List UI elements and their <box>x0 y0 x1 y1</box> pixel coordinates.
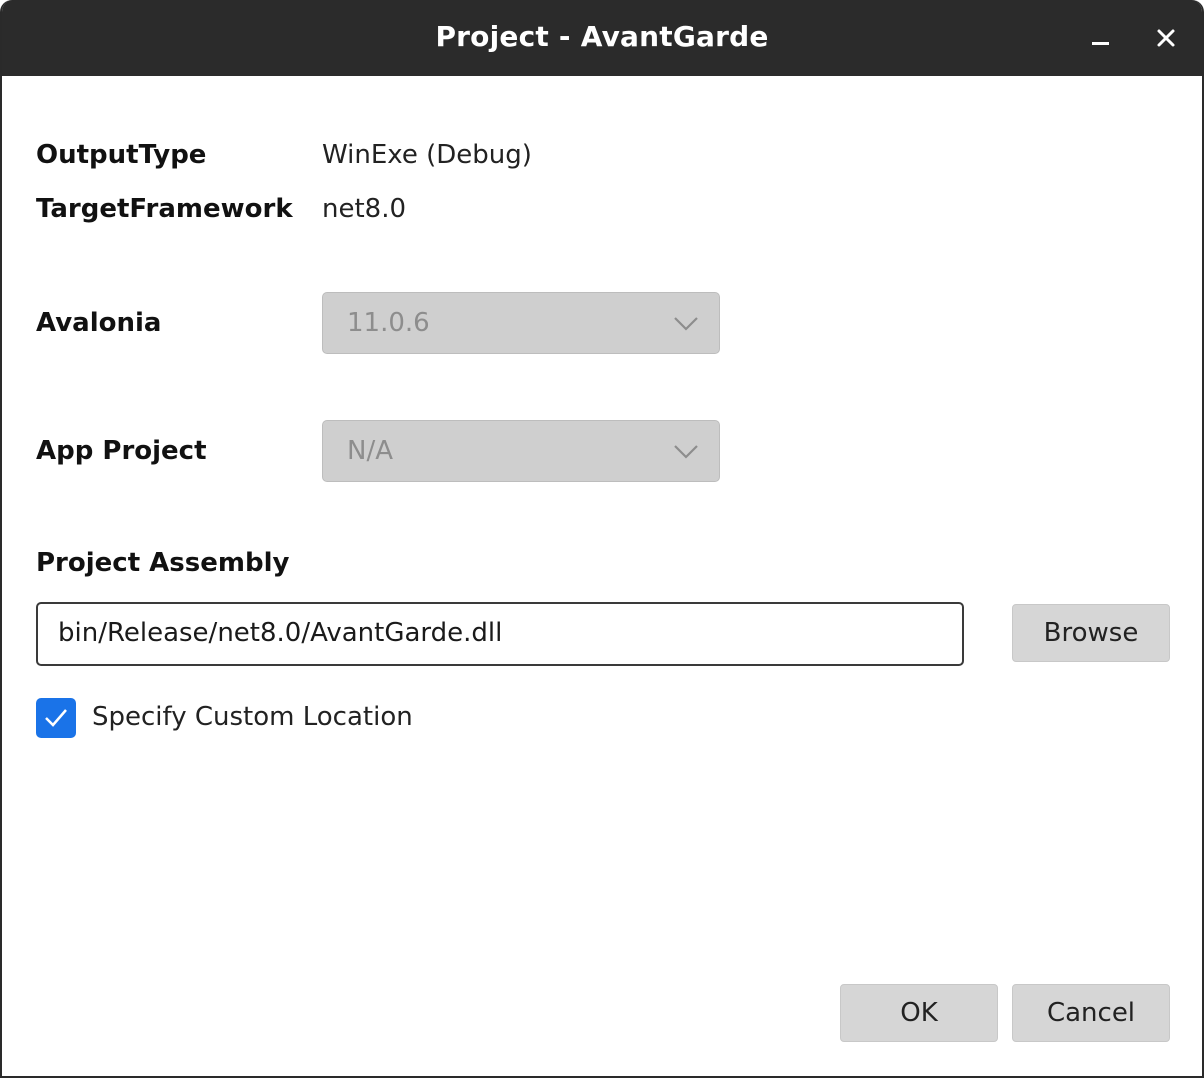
chevron-down-icon <box>674 445 698 459</box>
avalonia-label: Avalonia <box>36 308 162 338</box>
close-button[interactable] <box>1148 18 1184 58</box>
output-type-label: OutputType <box>36 140 207 170</box>
app-project-dropdown[interactable]: N/A <box>322 420 720 482</box>
minimize-icon <box>1092 42 1109 45</box>
ok-button[interactable]: OK <box>840 984 998 1042</box>
assembly-path-input[interactable]: bin/Release/net8.0/AvantGarde.dll <box>36 602 964 666</box>
target-framework-label: TargetFramework <box>36 194 293 224</box>
avalonia-version-selected: 11.0.6 <box>347 308 430 338</box>
title-bar[interactable]: Project - AvantGarde <box>2 0 1202 76</box>
avalonia-version-dropdown[interactable]: 11.0.6 <box>322 292 720 354</box>
browse-button[interactable]: Browse <box>1012 604 1170 662</box>
output-type-value: WinExe (Debug) <box>322 140 532 170</box>
chevron-down-icon <box>674 317 698 331</box>
close-icon <box>1157 29 1175 47</box>
app-project-selected: N/A <box>347 436 393 466</box>
minimize-button[interactable] <box>1082 18 1118 58</box>
assembly-path-value: bin/Release/net8.0/AvantGarde.dll <box>58 618 503 648</box>
custom-location-checkbox[interactable] <box>36 698 76 738</box>
check-icon <box>45 709 67 727</box>
app-project-label: App Project <box>36 436 207 466</box>
target-framework-value: net8.0 <box>322 194 407 224</box>
cancel-button[interactable]: Cancel <box>1012 984 1170 1042</box>
project-assembly-label: Project Assembly <box>36 548 290 578</box>
custom-location-label[interactable]: Specify Custom Location <box>92 702 413 732</box>
project-dialog-window: Project - AvantGarde OutputType WinExe (… <box>0 0 1204 1078</box>
window-title: Project - AvantGarde <box>435 20 769 53</box>
